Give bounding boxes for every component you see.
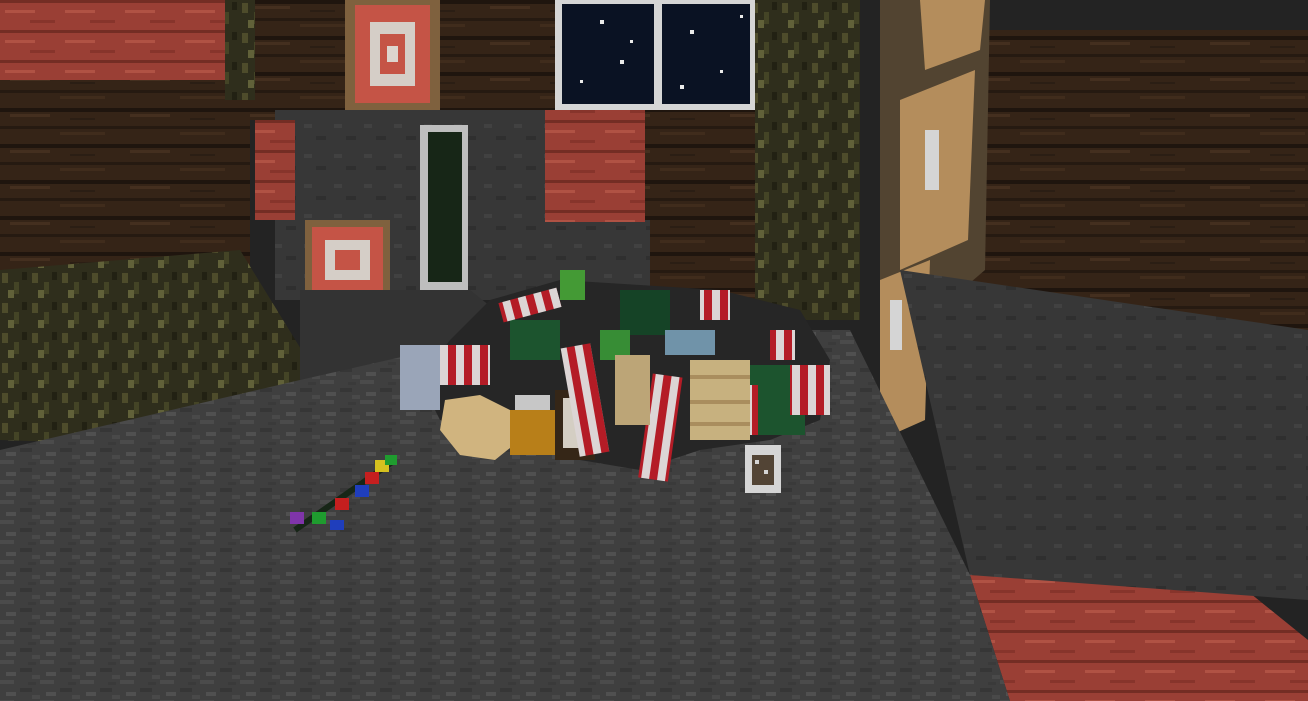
game-viewport[interactable] [0,0,1308,701]
scene-render [0,0,1308,701]
lighting-overlay [0,0,1308,701]
